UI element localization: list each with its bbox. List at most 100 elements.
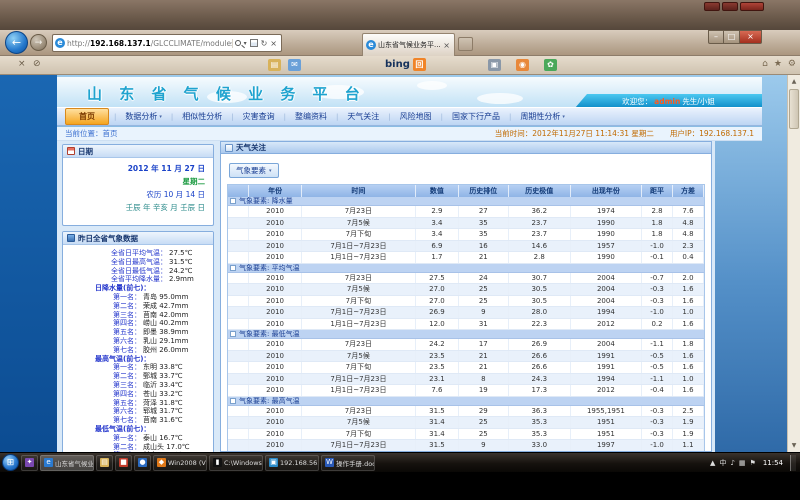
addon-bar-close-icon[interactable]: × xyxy=(18,59,26,69)
home-icon[interactable]: ⌂ xyxy=(762,59,768,69)
rank-list-item[interactable]: 第三名：临沂 33.4℃ xyxy=(65,381,209,390)
rank-list-item[interactable]: 第七名：莒南 31.6℃ xyxy=(65,416,209,425)
restore-button[interactable]: □ xyxy=(724,30,740,44)
taskbar-red-app-button[interactable]: ■ xyxy=(115,455,132,471)
rank-list-item[interactable]: 第一名：东明 33.8℃ xyxy=(65,363,209,372)
taskbar-pinned-icon[interactable]: ✦ xyxy=(21,455,38,471)
rank-list-item[interactable]: 第六名：乳山 29.1mm xyxy=(65,337,209,346)
rank-list-item[interactable]: 第二名：成山头 17.0℃ xyxy=(65,443,209,452)
refresh-icon[interactable]: ↻ xyxy=(261,39,268,48)
column-header[interactable]: 出现年份 xyxy=(571,185,642,197)
table-row[interactable]: 20107月5候3.43523.719901.84.8 xyxy=(228,218,704,230)
scroll-up-icon[interactable]: ▲ xyxy=(788,75,800,88)
tray-icon-2[interactable]: 中 xyxy=(719,458,726,468)
start-button[interactable]: ⊞ xyxy=(2,454,19,471)
rank-list-item[interactable]: 第七名：胶州 26.0mm xyxy=(65,346,209,355)
column-header[interactable]: 距平 xyxy=(642,185,673,197)
rank-list-item[interactable]: 第一名：泰山 16.7℃ xyxy=(65,434,209,443)
chevron-down-icon[interactable]: ▾ xyxy=(244,40,247,47)
pet-plugin-icon[interactable]: ◉ xyxy=(516,59,529,71)
rank-list-item[interactable]: 第五名：即墨 38.9mm xyxy=(65,328,209,337)
taskbar-vm-button[interactable]: ◆Win2008 (VS2... xyxy=(153,455,207,471)
taskbar-rdp-button[interactable]: ▣192.168.56.99... xyxy=(265,455,319,471)
taskbar-blue-app-button[interactable]: ● xyxy=(134,455,151,471)
search-icon[interactable] xyxy=(235,40,241,46)
expand-icon[interactable] xyxy=(230,265,236,271)
rank-list-item[interactable]: 第六名：郓城 31.7℃ xyxy=(65,407,209,416)
table-row[interactable]: 20107月1日~7月23日26.9928.01994-1.01.0 xyxy=(228,307,704,319)
table-row[interactable]: 20107月下旬31.42535.31951-0.31.9 xyxy=(228,429,704,441)
compatibility-view-icon[interactable] xyxy=(250,39,258,47)
tray-icon-5[interactable]: ⚑ xyxy=(750,459,756,467)
new-tab-button[interactable] xyxy=(458,37,473,51)
taskbar-ie-button[interactable]: e山东省气候业... xyxy=(40,455,94,471)
table-row[interactable]: 20107月下旬27.02530.52004-0.31.6 xyxy=(228,296,704,308)
rank-list-item[interactable]: 第四名：苍山 33.2℃ xyxy=(65,390,209,399)
address-bar[interactable]: e http://192.168.137.1/GLCCLIMATE/module… xyxy=(52,34,282,52)
nav-item-8[interactable]: 国家下行产品 xyxy=(443,109,509,124)
card-toolbar-icon[interactable]: ▤ xyxy=(268,59,281,71)
table-row[interactable]: 20107月下旬3.43523.719901.84.8 xyxy=(228,229,704,241)
column-header[interactable]: 历史极值 xyxy=(509,185,571,197)
bing-toolbar[interactable]: bing 回 xyxy=(385,58,426,71)
column-header[interactable]: 数值 xyxy=(416,185,459,197)
nav-item-2[interactable]: 数据分析▾ xyxy=(116,109,171,124)
nav-item-3[interactable]: 相似性分析 xyxy=(173,109,231,124)
mail-toolbar-icon[interactable]: ✉ xyxy=(288,59,301,71)
group-row[interactable]: 气象要素: 最低气温 xyxy=(228,330,704,339)
column-header[interactable]: 历史排位 xyxy=(459,185,509,197)
favorites-star-icon[interactable]: ★ xyxy=(774,59,782,69)
taskbar-clock[interactable]: 11:54 xyxy=(760,459,786,467)
expand-icon[interactable] xyxy=(230,331,236,337)
globe-plugin-icon[interactable]: ✿ xyxy=(544,59,557,71)
close-button[interactable]: × xyxy=(740,30,762,44)
table-row[interactable]: 20107月23日24.21726.92004-1.11.8 xyxy=(228,339,704,351)
browser-tab[interactable]: e 山东省气候业务平... × xyxy=(362,33,455,56)
taskbar-word-button[interactable]: W操作手册.docx ... xyxy=(321,455,375,471)
page-scrollbar[interactable]: ▲ ▼ xyxy=(787,75,800,452)
rank-list-item[interactable]: 第二名：荣成 42.7mm xyxy=(65,302,209,311)
table-row[interactable]: 20107月5候23.52126.61991-0.51.6 xyxy=(228,351,704,363)
back-button[interactable]: ← xyxy=(5,31,28,54)
table-row[interactable]: 20107月下旬23.52126.61991-0.51.6 xyxy=(228,362,704,374)
scrollbar-thumb[interactable] xyxy=(789,89,799,129)
nav-item-5[interactable]: 整编资料 xyxy=(286,109,336,124)
nav-item-6[interactable]: 天气关注 xyxy=(338,109,388,124)
tab-close-icon[interactable]: × xyxy=(442,41,451,50)
rank-list-item[interactable]: 第四名：崂山 40.2mm xyxy=(65,319,209,328)
group-row[interactable]: 气象要素: 平均气温 xyxy=(228,264,704,273)
nav-item-9[interactable]: 周期性分析▾ xyxy=(511,109,574,124)
tray-icon-4[interactable]: ▦ xyxy=(739,459,746,467)
show-desktop-button[interactable] xyxy=(790,455,796,471)
tray-icon-1[interactable]: ▲ xyxy=(710,459,715,467)
stop-icon[interactable]: × xyxy=(270,39,277,48)
group-row[interactable]: 气象要素: 降水量 xyxy=(228,197,704,206)
taskbar-cmd-button[interactable]: ▮C:\Windows\s... xyxy=(209,455,263,471)
minimize-button[interactable]: – xyxy=(708,30,724,44)
table-row[interactable]: 20107月1日~7月23日31.5933.01997-1.01.1 xyxy=(228,440,704,452)
tray-icon-3[interactable]: ♪ xyxy=(730,459,734,467)
group-row[interactable]: 气象要素: 最高气温 xyxy=(228,397,704,406)
tools-gear-icon[interactable]: ⚙ xyxy=(788,59,796,69)
blocked-content-icon[interactable]: ⊘ xyxy=(33,59,41,69)
table-row[interactable]: 20107月5候27.02530.52004-0.31.6 xyxy=(228,284,704,296)
expand-icon[interactable] xyxy=(230,198,236,204)
expand-icon[interactable] xyxy=(230,398,236,404)
table-row[interactable]: 20107月23日27.52430.72004-0.72.0 xyxy=(228,273,704,285)
nav-item-7[interactable]: 风险地图 xyxy=(391,109,441,124)
nav-item-4[interactable]: 灾害查询 xyxy=(234,109,284,124)
column-header[interactable]: 时间 xyxy=(302,185,416,197)
table-row[interactable]: 20107月23日31.52936.31955,1951-0.32.5 xyxy=(228,406,704,418)
forward-button[interactable]: → xyxy=(30,34,47,51)
url-text[interactable]: http://192.168.137.1/GLCCLIMATE/modules/… xyxy=(67,39,232,48)
table-row[interactable]: 20107月1日~7月23日23.1824.31994-1.11.0 xyxy=(228,374,704,386)
nav-item-1[interactable]: 首页 xyxy=(65,108,109,125)
camera-plugin-icon[interactable]: ▣ xyxy=(488,59,501,71)
taskbar-folder-button[interactable]: ▤ xyxy=(96,455,113,471)
scroll-down-icon[interactable]: ▼ xyxy=(788,439,800,452)
rank-list-item[interactable]: 第一名：青岛 95.0mm xyxy=(65,293,209,302)
table-row[interactable]: 20107月23日2.92736.219742.87.6 xyxy=(228,206,704,218)
table-row[interactable]: 20107月5候31.42535.31951-0.31.9 xyxy=(228,417,704,429)
element-selector-button[interactable]: 气象要素 ▾ xyxy=(229,163,279,178)
table-row[interactable]: 20107月1日~7月23日6.91614.61957-1.02.3 xyxy=(228,241,704,253)
